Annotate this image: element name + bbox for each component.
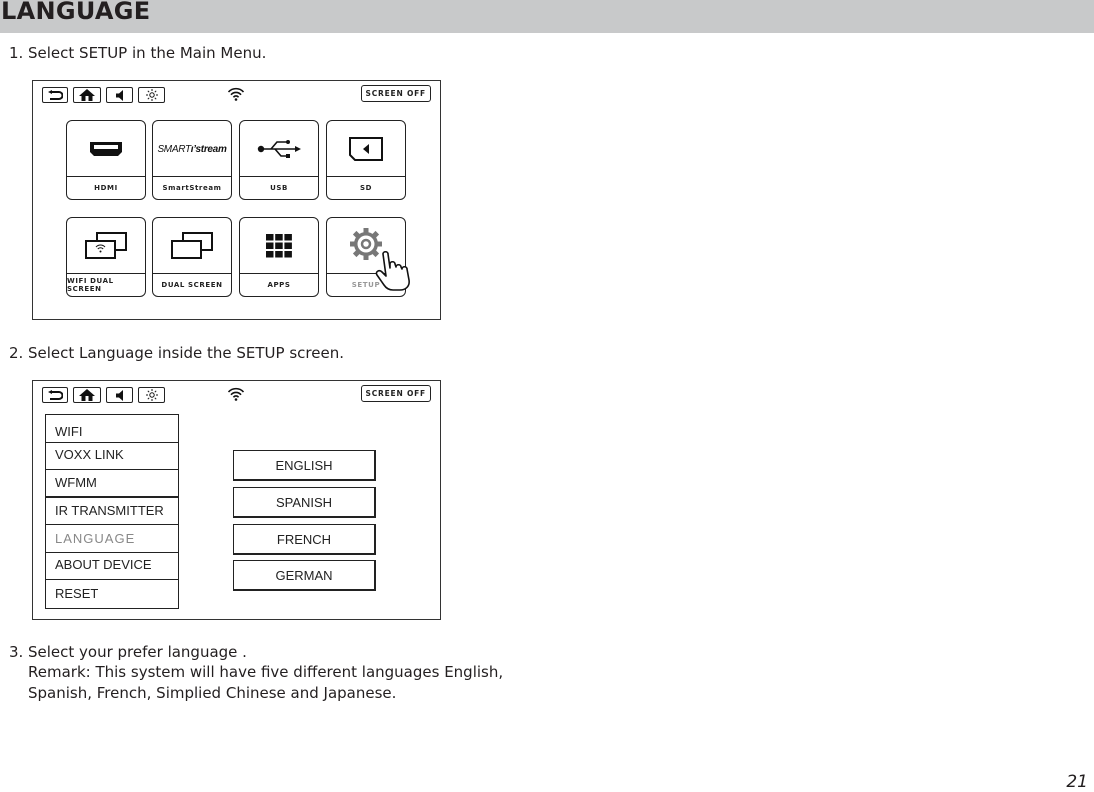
hand-pointer-icon (375, 250, 410, 291)
setup-menu-list: WIFI VOXX LINK WFMM IR TRANSMITTER LANGU… (45, 414, 179, 609)
logo-text-stream: ı’stream (190, 143, 227, 155)
back-button[interactable] (42, 87, 68, 103)
language-option-german[interactable]: GERMAN (233, 560, 376, 591)
apps-grid-icon (266, 234, 292, 258)
step-text: Select Language inside the SETUP screen. (28, 344, 344, 362)
tile-label: USB (240, 176, 318, 199)
menu-item-ir-transmitter[interactable]: IR TRANSMITTER (46, 498, 178, 525)
volume-button[interactable] (106, 87, 133, 103)
tile-label: APPS (240, 273, 318, 296)
step-number: 1. (9, 44, 24, 62)
back-icon (48, 389, 63, 400)
brightness-button[interactable] (138, 87, 165, 103)
section-title: LANGUAGE (1, 0, 151, 25)
tile-setup[interactable]: SETUP (326, 217, 410, 297)
tile-wifi-dual-screen[interactable]: WIFI DUAL SCREEN (66, 217, 146, 297)
volume-icon (115, 89, 123, 101)
menu-item-wfmm[interactable]: WFMM (46, 470, 178, 498)
language-option-spanish[interactable]: SPANISH (233, 487, 376, 518)
tile-dual-screen[interactable]: DUAL SCREEN (152, 217, 232, 297)
back-icon (48, 89, 63, 100)
remark-line-2: Spanish, French, Simplied Chinese and Ja… (28, 684, 397, 702)
language-option-french[interactable]: FRENCH (233, 524, 376, 555)
smartstream-logo: SMARTı’stream (153, 121, 231, 177)
home-button[interactable] (73, 87, 101, 103)
volume-button[interactable] (106, 387, 133, 403)
step-text: Select your prefer language . (28, 643, 247, 661)
wifi-status (227, 386, 245, 405)
menu-item-language[interactable]: LANGUAGE (46, 525, 178, 553)
sd-card-icon (349, 137, 383, 161)
language-option-english[interactable]: ENGLISH (233, 450, 376, 481)
menu-item-reset[interactable]: RESET (46, 580, 178, 608)
wifi-status (227, 86, 245, 105)
tile-sd[interactable]: SD (326, 120, 406, 200)
tile-label: SmartStream (153, 176, 231, 199)
menu-item-voxx-link[interactable]: VOXX LINK (46, 443, 178, 470)
tile-usb[interactable]: USB (239, 120, 319, 200)
tile-label: DUAL SCREEN (153, 273, 231, 296)
volume-icon (115, 389, 123, 401)
wifi-dual-screen-icon (85, 232, 127, 259)
back-button[interactable] (42, 387, 68, 403)
dual-screen-icon (171, 232, 213, 259)
main-menu-screen: SCREEN OFF HDMI SMARTı’stream SmartStrea… (32, 80, 441, 320)
tile-label: WIFI DUAL SCREEN (67, 273, 145, 296)
wifi-icon (227, 87, 245, 101)
menu-item-about-device[interactable]: ABOUT DEVICE (46, 553, 178, 580)
brightness-icon (145, 89, 158, 101)
step-number: 2. (9, 344, 24, 362)
step-text: Select SETUP in the Main Menu. (28, 44, 267, 62)
screen-off-button[interactable]: SCREEN OFF (360, 85, 431, 102)
wifi-icon (227, 387, 245, 401)
brightness-button[interactable] (138, 387, 165, 403)
tile-apps[interactable]: APPS (239, 217, 319, 297)
screen-off-button[interactable]: SCREEN OFF (360, 385, 431, 402)
tile-smartstream[interactable]: SMARTı’stream SmartStream (152, 120, 232, 200)
setup-screen: SCREEN OFF WIFI VOXX LINK WFMM IR TRANSM… (32, 380, 441, 620)
step-number: 3. (9, 643, 24, 661)
page-number: 21 (1066, 772, 1088, 792)
tile-hdmi[interactable]: HDMI (66, 120, 146, 200)
tile-label: SD (327, 176, 405, 199)
section-header-bar: LANGUAGE (0, 0, 1094, 33)
logo-text-smart: SMART (157, 143, 191, 155)
remark-line-1: Remark: This system will have five diffe… (28, 663, 504, 681)
hdmi-icon (90, 142, 122, 156)
tile-label: HDMI (67, 176, 145, 199)
brightness-icon (145, 389, 158, 401)
menu-item-wifi[interactable]: WIFI (46, 415, 178, 443)
usb-icon (257, 140, 301, 158)
home-button[interactable] (73, 387, 101, 403)
home-icon (79, 389, 95, 401)
home-icon (79, 89, 95, 101)
